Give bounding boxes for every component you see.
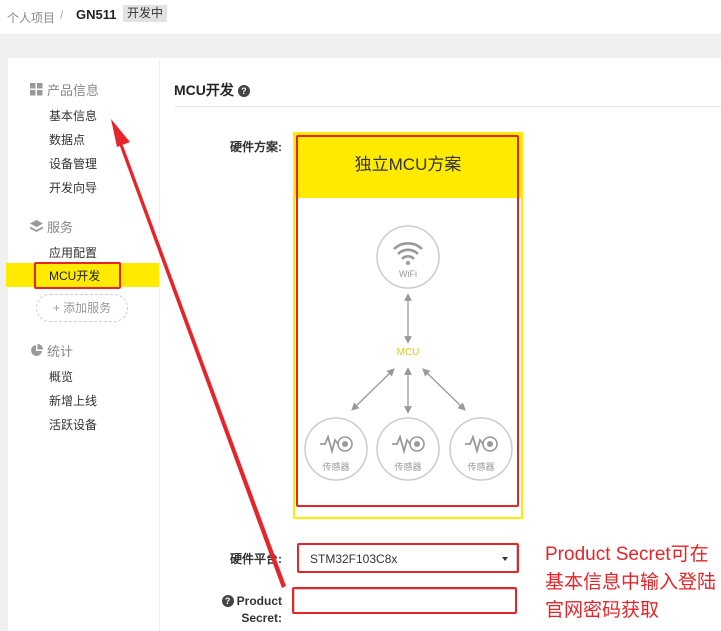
product-secret-label-text: Product	[236, 594, 282, 608]
add-service-button[interactable]: + 添加服务	[36, 294, 128, 322]
pie-chart-icon	[30, 344, 43, 357]
annotation-box-platform	[297, 543, 519, 573]
layers-icon	[30, 220, 43, 233]
sidebar-item-basic-info[interactable]: 基本信息	[49, 107, 97, 124]
annotation-note: Product Secret可在基本信息中输入登陆官网密码获取	[545, 544, 717, 621]
sidebar-item-new-online[interactable]: 新增上线	[49, 392, 97, 409]
grid-icon	[30, 83, 43, 96]
sidebar-section-label: 产品信息	[47, 83, 100, 98]
hardware-platform-label: 硬件平台:	[230, 552, 282, 566]
hardware-scheme-label: 硬件方案:	[230, 140, 282, 154]
sidebar-item-app-config[interactable]: 应用配置	[49, 244, 97, 261]
sidebar-item-active-devices[interactable]: 活跃设备	[49, 416, 97, 433]
sidebar-section-label: 统计	[47, 344, 74, 359]
title-divider	[174, 106, 721, 107]
annotation-box-product-secret	[292, 587, 517, 614]
sidebar-section-statistics: 统计	[30, 341, 73, 360]
status-badge: 开发中	[123, 5, 168, 22]
sidebar-item-overview[interactable]: 概览	[49, 368, 73, 385]
page-title: MCU开发?	[174, 80, 250, 100]
breadcrumb-current: GN511	[76, 7, 117, 22]
sidebar-section-services: 服务	[30, 217, 73, 236]
breadcrumb-separator: /	[60, 8, 64, 22]
sidebar-item-dev-guide[interactable]: 开发向导	[49, 179, 97, 196]
annotation-box-mcu-dev	[34, 262, 121, 289]
product-secret-label-line2: Secret:	[241, 611, 282, 625]
sidebar-item-device-management[interactable]: 设备管理	[49, 155, 97, 172]
breadcrumb: 个人项目 / GN511 开发中	[0, 0, 721, 35]
breadcrumb-home[interactable]: 个人项目	[7, 9, 55, 26]
sidebar-item-datapoints[interactable]: 数据点	[49, 131, 85, 148]
annotation-box-card	[296, 135, 519, 507]
question-circle-icon[interactable]: ?	[237, 85, 250, 97]
sidebar-section-label: 服务	[47, 220, 74, 235]
sidebar: 产品信息 基本信息 数据点 设备管理 开发向导 服务 应用配置 MCU开发 + …	[6, 58, 159, 631]
product-secret-label: ? Product	[200, 594, 282, 608]
page-title-text: MCU开发	[174, 82, 234, 98]
question-circle-icon[interactable]: ?	[221, 595, 234, 607]
sidebar-section-product-info: 产品信息	[30, 80, 99, 99]
